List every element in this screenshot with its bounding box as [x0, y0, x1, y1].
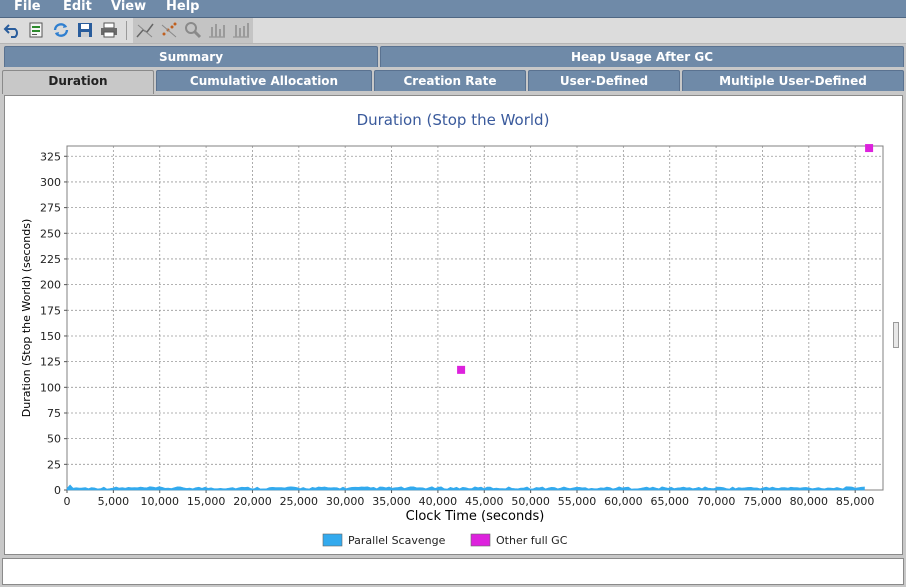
x-tick-label: 45,000 [465, 495, 504, 508]
chart-panel: Duration (Stop the World) 0 25 50 75 100 125 1… [4, 95, 903, 555]
tab-duration[interactable]: Duration [2, 70, 154, 94]
x-tick-label: 70,000 [697, 495, 736, 508]
x-tick-label: 0 [64, 495, 71, 508]
x-tick-label: 50,000 [511, 495, 550, 508]
x-tick-label: 85,000 [836, 495, 875, 508]
x-tick-label: 40,000 [419, 495, 458, 508]
chart-series [66, 144, 874, 491]
undo-icon[interactable] [3, 21, 23, 39]
status-bar [2, 558, 904, 585]
x-tick-label: 75,000 [743, 495, 782, 508]
menu-edit[interactable]: Edit [63, 0, 92, 14]
series-parallel-scavenge [66, 484, 865, 491]
x-tick-label: 80,000 [790, 495, 829, 508]
tab-creation-rate[interactable]: Creation Rate [374, 70, 526, 91]
x-axis-ticks: 0 5,000 10,000 15,000 20,000 25,000 30,000 35,0… [64, 490, 875, 508]
magnifier-icon[interactable] [183, 21, 203, 39]
menu-bar: File Edit View Help [0, 0, 906, 18]
y-axis-ticks: 0 25 50 75 100 125 150 175 200 225 250 275 300 325 [40, 150, 67, 497]
tab-heap-usage-after-gc[interactable]: Heap Usage After GC [380, 46, 904, 67]
y-tick-label: 275 [40, 202, 61, 215]
legend-label: Parallel Scavenge [348, 534, 446, 547]
y-tick-label: 300 [40, 176, 61, 189]
legend-swatch [322, 533, 343, 547]
open-icon[interactable] [27, 21, 47, 39]
legend-label: Other full GC [496, 534, 568, 547]
point-other-full-gc [457, 365, 466, 374]
bar-chart-icon[interactable] [207, 21, 227, 39]
toolbar-separator [126, 21, 127, 40]
resize-handle[interactable] [893, 322, 899, 348]
x-tick-label: 10,000 [140, 495, 179, 508]
tab-cumulative-allocation[interactable]: Cumulative Allocation [156, 70, 372, 91]
y-tick-label: 325 [40, 150, 61, 163]
x-tick-label: 65,000 [650, 495, 689, 508]
x-tick-label: 55,000 [558, 495, 597, 508]
save-icon[interactable] [75, 21, 95, 39]
tab-summary[interactable]: Summary [4, 46, 378, 67]
point-other-full-gc [865, 144, 874, 153]
menu-help[interactable]: Help [166, 0, 199, 14]
y-tick-label: 50 [47, 433, 61, 446]
y-tick-label: 75 [47, 407, 61, 420]
legend-swatch [470, 533, 491, 547]
y-tick-label: 125 [40, 356, 61, 369]
menu-view[interactable]: View [111, 0, 146, 14]
y-tick-label: 225 [40, 253, 61, 266]
bar-chart-alt-icon[interactable] [231, 21, 251, 39]
x-axis-label: Clock Time (seconds) [406, 509, 545, 524]
toolbar [0, 18, 906, 44]
y-tick-label: 25 [47, 458, 61, 471]
x-tick-label: 5,000 [98, 495, 130, 508]
y-tick-label: 100 [40, 381, 61, 394]
x-tick-label: 25,000 [280, 495, 319, 508]
x-tick-label: 35,000 [372, 495, 411, 508]
duration-chart: Duration (Stop the World) 0 25 50 75 100 125 1… [20, 111, 884, 547]
y-tick-label: 200 [40, 279, 61, 292]
zoom-line-icon[interactable] [135, 21, 155, 39]
x-tick-label: 30,000 [326, 495, 365, 508]
tab-user-defined[interactable]: User-Defined [528, 70, 680, 91]
y-tick-label: 150 [40, 330, 61, 343]
chart-legend: Parallel Scavenge Other full GC [322, 533, 568, 547]
menu-file[interactable]: File [14, 0, 41, 14]
y-tick-label: 0 [54, 484, 61, 497]
y-tick-label: 250 [40, 227, 61, 240]
y-tick-label: 175 [40, 304, 61, 317]
chart-title: Duration (Stop the World) [357, 111, 550, 129]
x-tick-label: 60,000 [604, 495, 643, 508]
y-axis-label: Duration (Stop the World) (seconds) [20, 219, 33, 417]
print-icon[interactable] [99, 21, 119, 39]
tab-multiple-user-defined[interactable]: Multiple User-Defined [682, 70, 904, 91]
chart-grid [67, 146, 883, 490]
refresh-icon[interactable] [51, 21, 71, 39]
zoom-scatter-icon[interactable] [159, 21, 179, 39]
x-tick-label: 15,000 [187, 495, 226, 508]
x-tick-label: 20,000 [233, 495, 272, 508]
